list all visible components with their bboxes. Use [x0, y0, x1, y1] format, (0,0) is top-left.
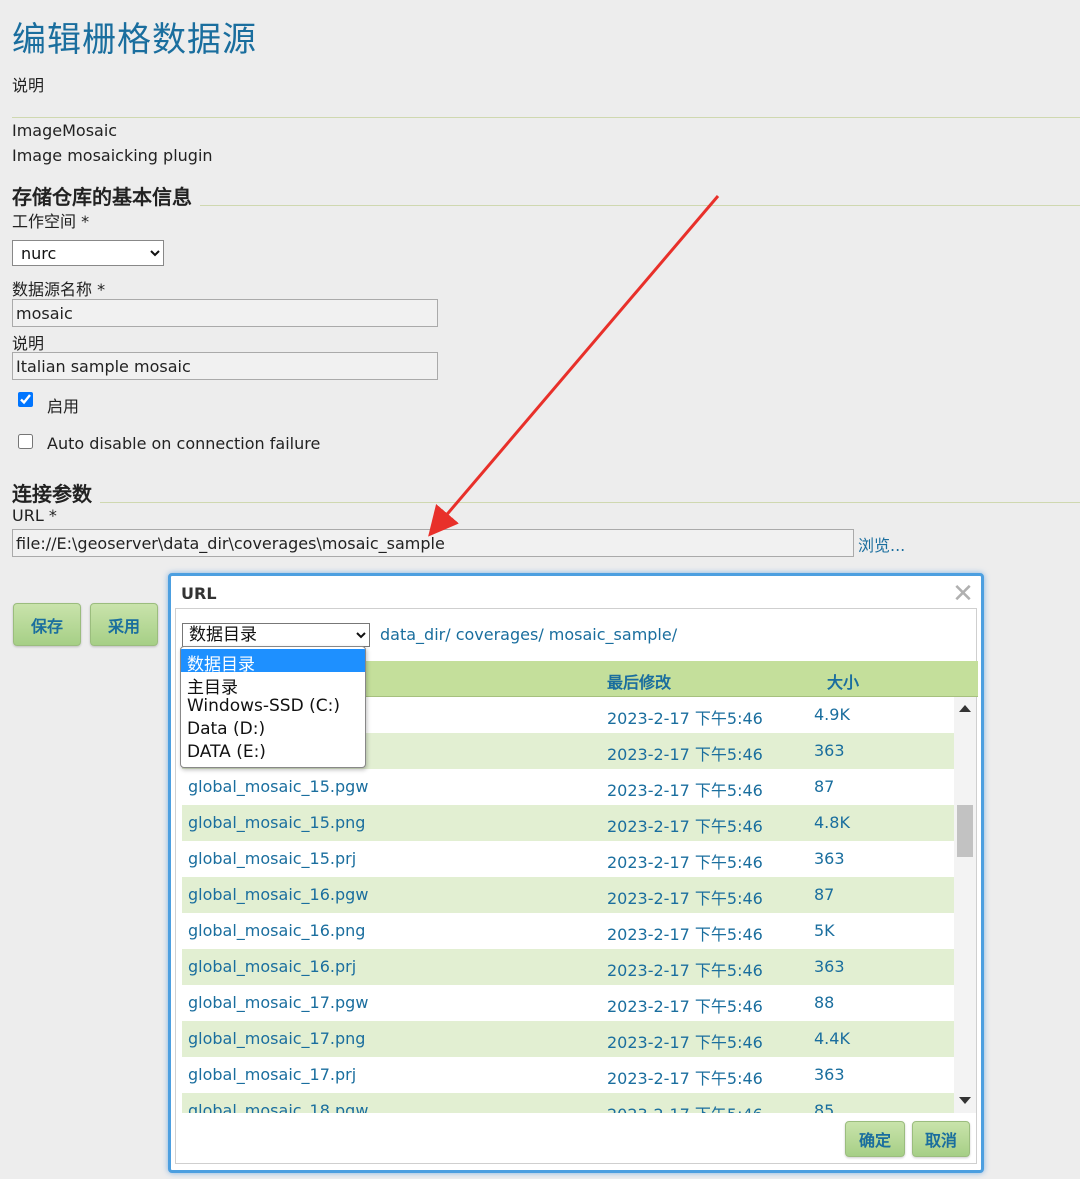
url-label: URL * — [12, 506, 57, 525]
enabled-label: 启用 — [47, 397, 80, 416]
root-directory-dropdown: 数据目录 主目录 Windows-SSD (C:) Data (D:) DATA (E:… — [180, 646, 366, 768]
workspace-label: 工作空间 * — [12, 212, 90, 231]
root-directory-select[interactable]: 数据目录 — [182, 623, 370, 647]
file-modified: 2023-2-17 下午5:46 — [607, 853, 763, 872]
basic-info-section-title: 存储仓库的基本信息 — [12, 185, 192, 209]
table-row[interactable]: global_mosaic_16.prj 2023-2-17 下午5:46 363 — [182, 949, 954, 985]
file-size: 4.4K — [814, 1029, 850, 1048]
dropdown-option[interactable]: 主目录 — [181, 672, 365, 698]
save-button[interactable]: 保存 — [13, 603, 81, 646]
file-name: global_mosaic_15.prj — [188, 849, 357, 868]
enabled-checkbox[interactable] — [18, 392, 33, 407]
file-name: global_mosaic_16.pgw — [188, 885, 369, 904]
file-size: 363 — [814, 957, 845, 976]
file-name: global_mosaic_15.pgw — [188, 777, 369, 796]
auto-disable-label: Auto disable on connection failure — [47, 434, 321, 453]
file-name: global_mosaic_17.png — [188, 1029, 366, 1048]
file-modified: 2023-2-17 下午5:46 — [607, 1033, 763, 1052]
file-size: 4.9K — [814, 705, 850, 724]
connection-section-title: 连接参数 — [12, 482, 92, 506]
dropdown-option[interactable]: Data (D:) — [181, 718, 365, 741]
dropdown-option-label: Windows-SSD (C:) — [187, 696, 340, 716]
apply-button[interactable]: 采用 — [90, 603, 158, 646]
arrow-line — [428, 195, 720, 537]
dialog-title: URL — [181, 584, 217, 603]
file-modified: 2023-2-17 下午5:46 — [607, 925, 763, 944]
file-modified: 2023-2-17 下午5:46 — [607, 817, 763, 836]
file-name: global_mosaic_17.pgw — [188, 993, 369, 1012]
scroll-down-icon[interactable] — [959, 1097, 971, 1104]
file-modified: 2023-2-17 下午5:46 — [607, 961, 763, 980]
description-heading: 说明 — [12, 76, 45, 95]
dropdown-option-label: Data (D:) — [187, 719, 266, 739]
table-row[interactable]: global_mosaic_15.pgw 2023-2-17 下午5:46 87 — [182, 769, 954, 805]
file-modified: 2023-2-17 下午5:46 — [607, 997, 763, 1016]
table-row[interactable]: global_mosaic_17.prj 2023-2-17 下午5:46 363 — [182, 1057, 954, 1093]
table-row[interactable]: global_mosaic_15.prj 2023-2-17 下午5:46 363 — [182, 841, 954, 877]
plugin-description: Image mosaicking plugin — [12, 146, 213, 165]
table-row[interactable]: global_mosaic_16.png 2023-2-17 下午5:46 5K — [182, 913, 954, 949]
file-modified: 2023-2-17 下午5:46 — [607, 745, 763, 764]
file-size: 363 — [814, 849, 845, 868]
file-modified: 2023-2-17 下午5:46 — [607, 709, 763, 728]
close-icon[interactable]: ✕ — [951, 581, 975, 607]
dropdown-option[interactable]: DATA (E:) — [181, 741, 365, 764]
name-input[interactable] — [12, 299, 438, 327]
plugin-name: ImageMosaic — [12, 121, 118, 140]
file-list-scrollbar[interactable] — [954, 697, 976, 1113]
dropdown-option[interactable]: 数据目录 — [181, 649, 365, 675]
workspace-select[interactable]: nurc — [12, 240, 164, 266]
cancel-button[interactable]: 取消 — [912, 1121, 970, 1157]
file-size: 87 — [814, 777, 835, 796]
file-size: 5K — [814, 921, 835, 940]
file-name: global_mosaic_17.prj — [188, 1065, 357, 1084]
file-size: 4.8K — [814, 813, 850, 832]
column-header-modified[interactable]: 最后修改 — [607, 669, 671, 693]
file-name: global_mosaic_16.png — [188, 921, 366, 940]
file-size: 88 — [814, 993, 835, 1012]
file-size: 87 — [814, 885, 835, 904]
file-name: global_mosaic_15.png — [188, 813, 366, 832]
table-row[interactable]: global_mosaic_15.png 2023-2-17 下午5:46 4.8K — [182, 805, 954, 841]
browse-link[interactable]: 浏览... — [858, 532, 905, 556]
name-label: 数据源名称 * — [12, 280, 106, 299]
file-modified: 2023-2-17 下午5:46 — [607, 1101, 763, 1113]
table-row[interactable]: global_mosaic_17.png 2023-2-17 下午5:46 4.4K — [182, 1021, 954, 1057]
scroll-up-icon[interactable] — [959, 705, 971, 712]
auto-disable-checkbox[interactable] — [18, 434, 33, 449]
table-row[interactable]: global_mosaic_17.pgw 2023-2-17 下午5:46 88 — [182, 985, 954, 1021]
file-name: global_mosaic_16.prj — [188, 957, 357, 976]
dropdown-option[interactable]: Windows-SSD (C:) — [181, 695, 365, 718]
divider — [12, 117, 1080, 118]
scroll-thumb[interactable] — [957, 805, 973, 857]
url-input[interactable] — [12, 529, 854, 557]
ok-button[interactable]: 确定 — [845, 1121, 905, 1157]
dropdown-option-label: DATA (E:) — [187, 742, 266, 762]
file-name: global_mosaic_18.pgw — [188, 1101, 369, 1113]
column-header-size[interactable]: 大小 — [827, 669, 859, 693]
breadcrumb[interactable]: data_dir/ coverages/ mosaic_sample/ — [380, 625, 677, 644]
table-row[interactable]: global_mosaic_16.pgw 2023-2-17 下午5:46 87 — [182, 877, 954, 913]
file-modified: 2023-2-17 下午5:46 — [607, 889, 763, 908]
page-title: 编辑栅格数据源 — [12, 20, 257, 60]
divider — [200, 205, 1080, 206]
file-size: 363 — [814, 741, 845, 760]
store-description-label: 说明 — [12, 334, 45, 353]
file-size: 363 — [814, 1065, 845, 1084]
table-row[interactable]: global_mosaic_18.pgw 2023-2-17 下午5:46 85 — [182, 1093, 954, 1113]
file-size: 85 — [814, 1101, 835, 1113]
file-modified: 2023-2-17 下午5:46 — [607, 1069, 763, 1088]
file-modified: 2023-2-17 下午5:46 — [607, 781, 763, 800]
divider — [100, 502, 1080, 503]
description-input[interactable] — [12, 352, 438, 380]
